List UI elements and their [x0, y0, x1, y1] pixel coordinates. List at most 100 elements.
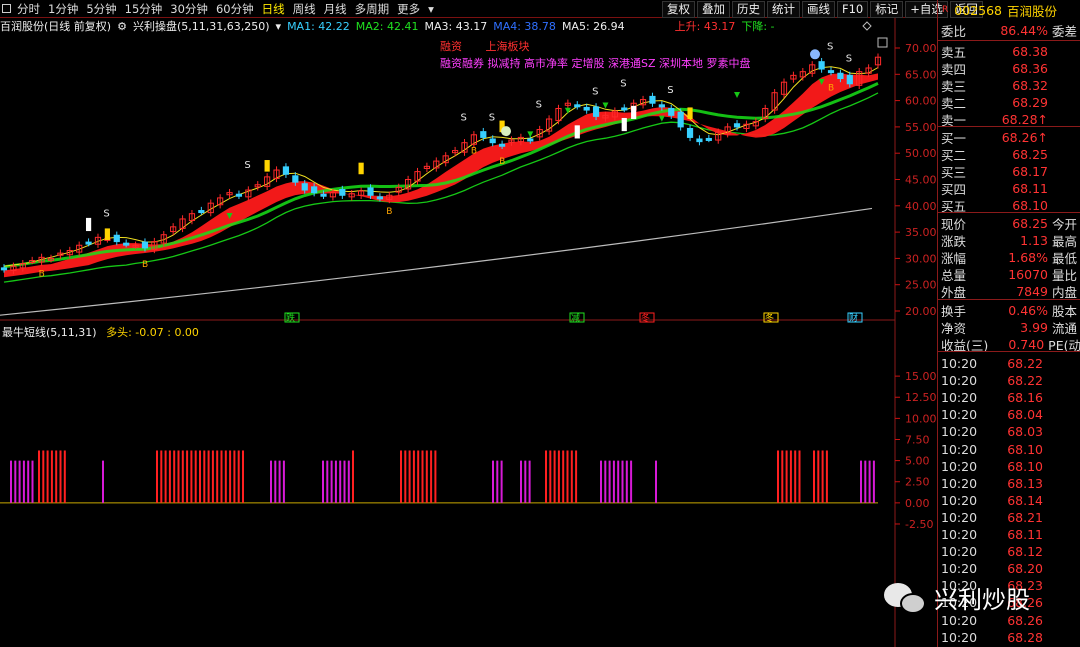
yellow-candle: [358, 162, 364, 175]
date-mark-label: 跌: [286, 313, 295, 324]
concept-tag: 上海板块: [485, 40, 530, 53]
ask-row: 卖五 68.38: [938, 43, 1080, 60]
ma250-line: [0, 207, 873, 316]
ask-row: 卖二 68.29: [938, 94, 1080, 111]
indicator-bar: [872, 460, 875, 503]
quote-value: 68.28: [1007, 629, 1043, 645]
candle-body: [705, 137, 712, 141]
quote-value: 7849: [1016, 284, 1048, 299]
y-tick-label: 25.00: [905, 279, 937, 292]
tick-row: 10:20 68.28: [938, 629, 1080, 646]
quote-value: 68.29: [1012, 95, 1048, 110]
quote-value: 68.20: [1007, 561, 1043, 577]
indicator-bar: [229, 450, 232, 503]
buy-signal: B: [142, 260, 148, 270]
indicator-bar: [168, 450, 171, 503]
sell-signal: S: [489, 113, 495, 124]
indicator-bar: [425, 450, 428, 503]
quote-value: 68.17: [1012, 164, 1048, 179]
quote-label: 10:20: [941, 373, 978, 389]
tick-row: 10:20 68.04: [938, 406, 1080, 423]
down-arrow-icon: [658, 115, 665, 122]
stat-row: 总量 16070 量比: [938, 266, 1080, 283]
indicator-bar: [781, 450, 784, 503]
y-tick-label: 65.00: [905, 68, 937, 81]
white-candle: [621, 117, 627, 132]
stock-code: 002568: [954, 2, 1002, 18]
indicator-bar: [160, 450, 163, 503]
stat-row: 外盘 7849 内盘: [938, 283, 1080, 300]
indicator-bar: [412, 450, 415, 503]
candle-body: [658, 104, 665, 108]
indicator-bar: [233, 450, 236, 503]
tick-row: 10:20 68.10: [938, 441, 1080, 458]
quote-value: 0.740: [1008, 337, 1045, 352]
quote-label: 10:20: [941, 509, 978, 525]
sell-signal: S: [846, 54, 852, 65]
indicator-bar: [27, 460, 30, 503]
sell-signal: S: [103, 208, 109, 219]
wechat-icon: [884, 581, 928, 615]
indicator-bar: [242, 450, 244, 503]
quote-value: 68.14: [1007, 492, 1043, 508]
note-icon: [501, 126, 511, 137]
note-icon: [810, 49, 820, 60]
indicator-bar: [557, 450, 560, 503]
candle-body: [527, 138, 534, 142]
sell-signal: S: [460, 113, 466, 124]
quote-value: 68.36: [1012, 61, 1048, 76]
indicator-bar: [186, 450, 189, 503]
tick-row: 10:20 68.03: [938, 423, 1080, 440]
quote-value: 68.11: [1012, 181, 1048, 196]
y-tick-label: 70.00: [905, 42, 937, 55]
diamond-icon: [862, 21, 872, 31]
quote-value: 68.28↑: [1001, 112, 1048, 127]
candle-body: [489, 138, 496, 144]
indicator-bar: [42, 450, 45, 503]
indicator-bar: [617, 460, 620, 503]
weibi-value: 86.44%: [1000, 23, 1048, 38]
quote-header: R 002568 百润股份: [938, 1, 1080, 19]
indicator-bar: [434, 450, 437, 503]
stat-row: 换手 0.46% 股本: [938, 302, 1080, 319]
indicator-bar: [211, 450, 214, 503]
y-tick-label: 35.00: [905, 226, 937, 239]
quote-label: 10:20: [941, 424, 978, 440]
indicator-bar: [330, 460, 333, 503]
tick-row: 10:20 68.12: [938, 543, 1080, 560]
date-mark-label: 冬: [641, 312, 650, 324]
sub-indicator-title[interactable]: 最牛短线(5,11,31): [2, 326, 97, 339]
indicator-bar: [575, 450, 578, 503]
quote-value: 68.32: [1012, 78, 1048, 93]
quote-value: 68.16: [1007, 390, 1043, 406]
indicator-bar: [625, 460, 628, 503]
trading-window: 分时 1分钟 5分钟 15分钟 30分钟 60分钟 日线 周线 月线 多周期 更…: [0, 0, 1080, 647]
candle-body: [583, 106, 590, 111]
candle-body: [0, 267, 8, 271]
quote-label: 10:20: [941, 356, 978, 371]
sell-signal: S: [620, 78, 626, 89]
indicator-bar: [562, 450, 565, 503]
bid-row: 买一 68.26↑: [938, 129, 1080, 146]
indicator-bar: [55, 450, 58, 503]
yellow-candle: [264, 160, 270, 172]
indicator-bar: [31, 460, 34, 503]
candle-body: [376, 196, 384, 200]
candle-body: [123, 242, 130, 246]
quote-label: 10:20: [941, 458, 978, 474]
quote-value: 3.99: [1020, 320, 1048, 335]
tick-row: 10:20 68.22: [938, 355, 1080, 372]
tick-row: 10:20 68.22: [938, 372, 1080, 389]
quote-value: 68.03: [1007, 424, 1043, 440]
indicator-bar: [794, 450, 797, 503]
sell-signal: S: [667, 85, 673, 96]
bid-row: 买四 68.11: [938, 180, 1080, 197]
date-mark-label: 减: [571, 312, 580, 324]
candle-body: [320, 193, 327, 197]
quote-label: 10:20: [941, 407, 978, 423]
quote-value: 68.13: [1007, 475, 1043, 491]
weibi-row: 委比 86.44% 委差: [938, 22, 1080, 39]
quote-value: 68.04: [1007, 407, 1043, 423]
quote-label: 10:20: [941, 390, 978, 406]
indicator-bar: [352, 450, 354, 503]
